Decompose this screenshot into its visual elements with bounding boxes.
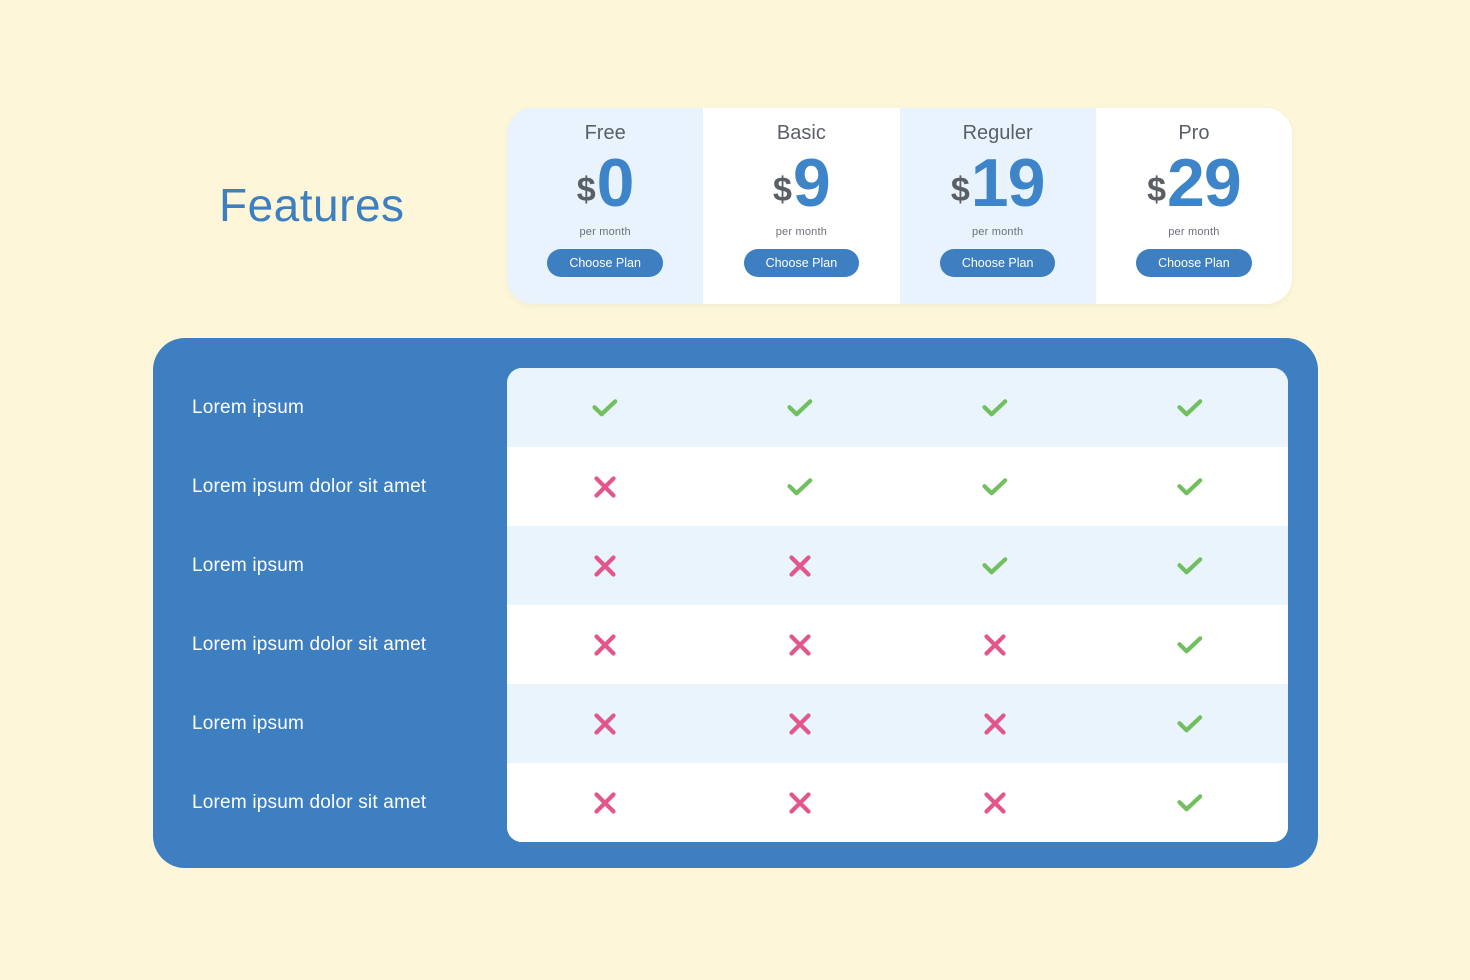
price-amount: 19: [970, 145, 1046, 221]
cross-icon: [594, 712, 616, 735]
price-amount: 29: [1167, 145, 1242, 221]
currency-symbol: $: [773, 171, 792, 209]
feature-cell-basic-4: [702, 605, 897, 684]
cross-icon: [594, 633, 616, 656]
feature-cell-basic-3: [702, 526, 897, 605]
check-icon: [1177, 556, 1203, 574]
cross-icon: [594, 475, 616, 498]
feature-cell-basic-5: [702, 684, 897, 763]
feature-cell-free-3: [507, 526, 702, 605]
plan-card-pro: Pro $29 per month Choose Plan: [1095, 108, 1292, 304]
feature-cell-free-2: [507, 447, 702, 526]
cross-icon: [984, 712, 1006, 735]
table-row: [507, 684, 1288, 763]
cross-icon: [789, 712, 811, 735]
check-icon: [1177, 793, 1203, 811]
feature-cell-reguler-5: [898, 684, 1093, 763]
cross-icon: [984, 791, 1006, 814]
plan-card-reguler: Reguler $19 per month Choose Plan: [899, 108, 1096, 304]
billing-period: per month: [1168, 226, 1220, 238]
feature-cell-free-6: [507, 763, 702, 842]
price-amount: 9: [792, 145, 831, 221]
check-icon: [982, 477, 1008, 495]
feature-label-column: Lorem ipsum Lorem ipsum dolor sit amet Lor…: [153, 368, 507, 842]
feature-cell-basic-6: [702, 763, 897, 842]
billing-period: per month: [971, 226, 1024, 238]
billing-period: per month: [579, 226, 631, 238]
feature-label: Lorem ipsum dolor sit amet: [192, 633, 427, 655]
plan-name: Reguler: [962, 122, 1033, 144]
plan-card-free: Free $0 per month Choose Plan: [507, 108, 704, 304]
feature-cell-reguler-4: [898, 605, 1093, 684]
check-icon: [982, 398, 1008, 416]
feature-label: Lorem ipsum: [192, 396, 305, 418]
plan-name: Pro: [1178, 122, 1210, 144]
page-title: Features: [219, 179, 405, 231]
feature-label: Lorem ipsum: [192, 712, 305, 734]
cross-icon: [984, 633, 1006, 656]
feature-cell-free-5: [507, 684, 702, 763]
check-icon: [1177, 398, 1203, 416]
cross-icon: [789, 554, 811, 577]
feature-cell-reguler-6: [898, 763, 1093, 842]
currency-symbol: $: [576, 171, 596, 209]
feature-comparison-panel: Lorem ipsum Lorem ipsum dolor sit amet Lor…: [153, 338, 1318, 868]
plan-name: Basic: [776, 122, 826, 144]
check-icon: [787, 398, 813, 416]
table-row: [507, 605, 1288, 684]
feature-label: Lorem ipsum dolor sit amet: [192, 791, 427, 813]
feature-cell-pro-1: [1093, 368, 1288, 447]
billing-period: per month: [775, 226, 828, 238]
table-row: [507, 763, 1288, 842]
feature-cell-basic-1: [702, 368, 897, 447]
table-row: [507, 368, 1288, 447]
feature-cell-pro-6: [1093, 763, 1288, 842]
feature-label: Lorem ipsum dolor sit amet: [192, 475, 427, 497]
check-icon: [787, 477, 813, 495]
cross-icon: [594, 791, 616, 814]
feature-cell-free-1: [507, 368, 702, 447]
check-icon: [1177, 714, 1203, 732]
check-icon: [1177, 477, 1203, 495]
check-icon: [982, 556, 1008, 574]
feature-cell-basic-2: [702, 447, 897, 526]
feature-cell-reguler-3: [898, 526, 1093, 605]
feature-cell-pro-5: [1093, 684, 1288, 763]
feature-matrix: [507, 368, 1288, 842]
table-row: [507, 447, 1288, 526]
choose-plan-button-pro[interactable]: Choose Plan: [1136, 249, 1252, 277]
feature-label: Lorem ipsum: [192, 554, 305, 576]
feature-cell-free-4: [507, 605, 702, 684]
currency-symbol: $: [1147, 171, 1167, 209]
plan-price: $9: [773, 145, 831, 225]
cross-icon: [594, 554, 616, 577]
feature-cell-pro-4: [1093, 605, 1288, 684]
choose-plan-button-reguler[interactable]: Choose Plan: [939, 249, 1056, 277]
feature-cell-reguler-1: [898, 368, 1093, 447]
plan-name: Free: [584, 122, 626, 144]
check-icon: [1177, 635, 1203, 653]
plan-price: $19: [950, 145, 1046, 225]
feature-cell-pro-2: [1093, 447, 1288, 526]
currency-symbol: $: [950, 171, 970, 209]
feature-cell-pro-3: [1093, 526, 1288, 605]
cross-icon: [789, 633, 811, 656]
pricing-plans-strip: Free $0 per month Choose Plan Basic $9 per mon…: [507, 108, 1292, 304]
feature-cell-reguler-2: [898, 447, 1093, 526]
cross-icon: [789, 791, 811, 814]
plan-card-basic: Basic $9 per month Choose Plan: [703, 108, 900, 304]
choose-plan-button-basic[interactable]: Choose Plan: [743, 249, 860, 277]
price-amount: 0: [596, 145, 635, 221]
check-icon: [592, 398, 617, 416]
plan-price: $29: [1147, 145, 1242, 225]
choose-plan-button-free[interactable]: Choose Plan: [547, 249, 663, 277]
table-row: [507, 526, 1288, 605]
plan-price: $0: [576, 145, 635, 225]
